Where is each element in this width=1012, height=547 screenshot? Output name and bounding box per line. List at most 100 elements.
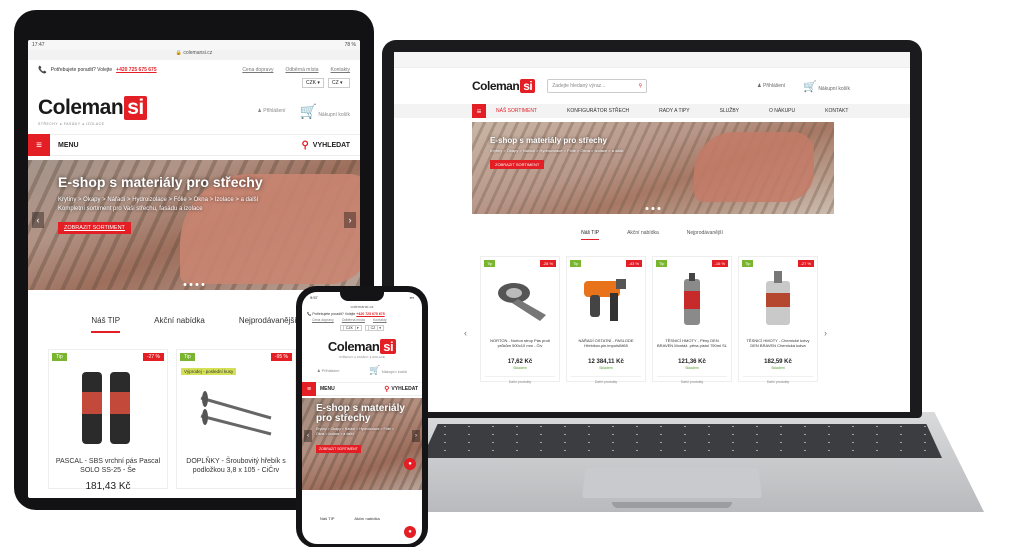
nav-item-sortiment[interactable]: NÁŠ SORTIMENT	[496, 108, 537, 114]
more-link[interactable]: Další produkty	[657, 376, 727, 384]
product-card[interactable]: Tip -95 % Výprodej - poslední kusy DOPLŇ…	[176, 349, 296, 489]
search-input[interactable]: Zadejte hledaný výraz... ⚲	[547, 79, 648, 93]
logo[interactable]: Coleman si	[302, 339, 422, 354]
product-card[interactable]: Tip -27 % PASCAL - SBS vrchní pás Pascal…	[48, 349, 168, 492]
currency-select[interactable]: CZK ▾	[339, 325, 362, 331]
currency-select[interactable]: CZK ▾	[302, 78, 324, 88]
tip-badge: Tip	[742, 260, 754, 267]
nav-item-o-nakupu[interactable]: O NÁKUPU	[769, 108, 795, 114]
link-kontakty[interactable]: Kontakty	[331, 67, 350, 73]
product-card[interactable]: Tip -16 % TĚSNICÍ HMOTY - Pěny DEN BRAVE…	[652, 256, 732, 384]
hero-prev-icon[interactable]: ‹	[304, 430, 312, 442]
logo-tagline: STŘECHY ● FASÁDY ● IZOLACE	[339, 355, 385, 359]
logo[interactable]: Coleman si	[472, 79, 536, 93]
tab-nejprodavanejsi[interactable]: Nejprodávanější	[687, 230, 723, 240]
search-icon: ⚲	[384, 386, 390, 393]
hero-categories: Krytiny > Okapy > Nářadí > Hydroizolace …	[316, 427, 395, 436]
header-actions: ♟ Přihlášení 🛒 Nákupní košík	[302, 365, 422, 376]
link-odberna-mista[interactable]: Odběrná místa	[285, 67, 318, 73]
product-price: 121,36 Kč	[678, 359, 706, 365]
product-card[interactable]: Tip -43 % NÁŘADÍ OSTATNÍ - PASLODE Hřebí…	[566, 256, 646, 384]
link-cena-dopravy[interactable]: Cena dopravy	[242, 67, 273, 73]
tab-akcni-nabidka[interactable]: Akční nabídka	[627, 230, 659, 240]
nav-item-konfigurator[interactable]: KONFIGURÁTOR STŘECH	[567, 108, 629, 114]
menu-icon[interactable]: ≡	[302, 382, 316, 396]
carousel-dots[interactable]	[645, 207, 661, 210]
carousel-prev-icon[interactable]: ‹	[464, 328, 467, 338]
header-actions: ♟ Přihlášení 🛒 Nákupní košík	[757, 80, 850, 93]
carousel-dots[interactable]	[183, 283, 205, 286]
logo-accent: si	[380, 339, 397, 354]
show-assortment-button[interactable]: ZOBRAZIT SORTIMENT	[490, 160, 545, 169]
login-label: Přihlášení	[263, 108, 286, 114]
product-price: 12 384,11 Kč	[588, 359, 624, 365]
battery-level: 78 %	[344, 42, 356, 48]
search-icon[interactable]: ⚲	[639, 83, 643, 89]
tab-nas-tip[interactable]: Náš TIP	[91, 316, 121, 333]
menu-button[interactable]: MENU	[58, 142, 79, 149]
logo-accent: si	[124, 96, 147, 120]
phone-icon: 📞	[307, 312, 312, 316]
locale-selects: CZK ▾ CZ ▾	[302, 322, 422, 331]
carousel-next-icon[interactable]: ›	[824, 328, 827, 338]
nav-item-kontakt[interactable]: KONTAKT	[825, 108, 848, 114]
nail-gun-icon	[584, 279, 626, 321]
tab-akcni-nabidka[interactable]: Akční nabídka	[154, 316, 205, 333]
cart-label: Nákupní košík	[818, 85, 850, 92]
phone-number-link[interactable]: +420 725 675 675	[116, 67, 156, 73]
product-card[interactable]: Tip -27 % TĚSNICÍ HMOTY - Chemické kotvy…	[738, 256, 818, 384]
cart-link[interactable]: 🛒 Nákupní košík	[369, 365, 407, 376]
tab-nas-tip[interactable]: Náš TIP	[320, 516, 334, 521]
cart-icon: 🛒	[369, 365, 381, 375]
language-select[interactable]: CZ ▾	[364, 325, 385, 331]
chat-icon[interactable]: ●	[404, 458, 416, 470]
hero-next-icon[interactable]: ›	[344, 212, 356, 228]
address-bar[interactable]: 🔒 colemansi.cz	[28, 50, 360, 60]
hero-subtitle: Kompletní sortiment pro Vaši střechu, fa…	[58, 206, 203, 213]
screw-icon	[200, 391, 272, 436]
search-label: VYHLEDAT	[391, 386, 418, 392]
menu-icon[interactable]: ≡	[472, 104, 486, 118]
cart-icon: 🛒	[803, 80, 817, 93]
device-mockup: Coleman si Zadejte hledaný výraz... ⚲ ♟ P…	[0, 0, 1012, 547]
more-link[interactable]: Další produkty	[743, 376, 813, 384]
hero-banner: E-shop s materiály pro střechy Krytiny >…	[472, 122, 834, 214]
nav-item-rady[interactable]: RADY A TIPY	[659, 108, 689, 114]
more-link[interactable]: Další produkty	[485, 376, 555, 384]
login-link[interactable]: ♟ Přihlášení	[317, 368, 340, 373]
tab-nas-tip[interactable]: Náš TIP	[581, 230, 600, 240]
tab-nejprodavanejsi[interactable]: Nejprodávanější	[239, 316, 297, 333]
discount-badge: -28 %	[539, 260, 556, 267]
product-name: NORTON - Norton strop Pás proti průkům 5…	[490, 338, 550, 349]
hero-next-icon[interactable]: ›	[412, 430, 420, 442]
tape-icon	[498, 283, 546, 321]
more-link[interactable]: Další produkty	[571, 376, 641, 384]
search-button[interactable]: ⚲ VYHLEDAT	[301, 140, 350, 151]
language-select[interactable]: CZ ▾	[328, 78, 350, 88]
login-link[interactable]: ♟ Přihlášení	[257, 108, 285, 114]
link-odberna-mista[interactable]: Odběrná místa	[342, 318, 365, 322]
stock-status: Skladem	[685, 366, 699, 370]
show-assortment-button[interactable]: ZOBRAZIT SORTIMENT	[316, 444, 361, 453]
login-link[interactable]: ♟ Přihlášení	[757, 83, 785, 89]
tab-akcni-nabidka[interactable]: Akční nabídka	[354, 516, 379, 521]
hero-title: E-shop s materiály pro střechy	[58, 174, 263, 190]
hero-prev-icon[interactable]: ‹	[32, 212, 44, 228]
cart-link[interactable]: 🛒 Nákupní košík	[803, 80, 850, 93]
menu-button[interactable]: MENU	[320, 386, 335, 392]
show-assortment-button[interactable]: ZOBRAZIT SORTIMENT	[58, 221, 131, 234]
laptop-lid: Coleman si Zadejte hledaný výraz... ⚲ ♟ P…	[382, 40, 922, 418]
link-cena-dopravy[interactable]: Cena dopravy	[312, 318, 334, 322]
cart-link[interactable]: 🛒 Nákupní košík	[299, 103, 350, 120]
stock-status: Skladem	[771, 366, 785, 370]
search-button[interactable]: ⚲ VYHLEDAT	[384, 385, 418, 393]
menu-icon[interactable]: ≡	[28, 134, 50, 156]
nav-item-sluzby[interactable]: SLUŽBY	[720, 108, 739, 114]
link-kontakty[interactable]: Kontakty	[373, 318, 387, 322]
top-links: Cena dopravy Odběrná místa Kontakty	[242, 67, 350, 73]
product-card[interactable]: Tip -28 % NORTON - Norton strop Pás prot…	[480, 256, 560, 384]
phone-number-link[interactable]: +420 725 675 675	[356, 312, 384, 316]
chat-icon[interactable]: ●	[404, 526, 416, 538]
help-line: 📞 Potřebujete poradit? Volejte +420 725 …	[302, 309, 422, 316]
logo-block[interactable]: Coleman si STŘECHY ● FASÁDY ● IZOLACE	[38, 96, 147, 126]
